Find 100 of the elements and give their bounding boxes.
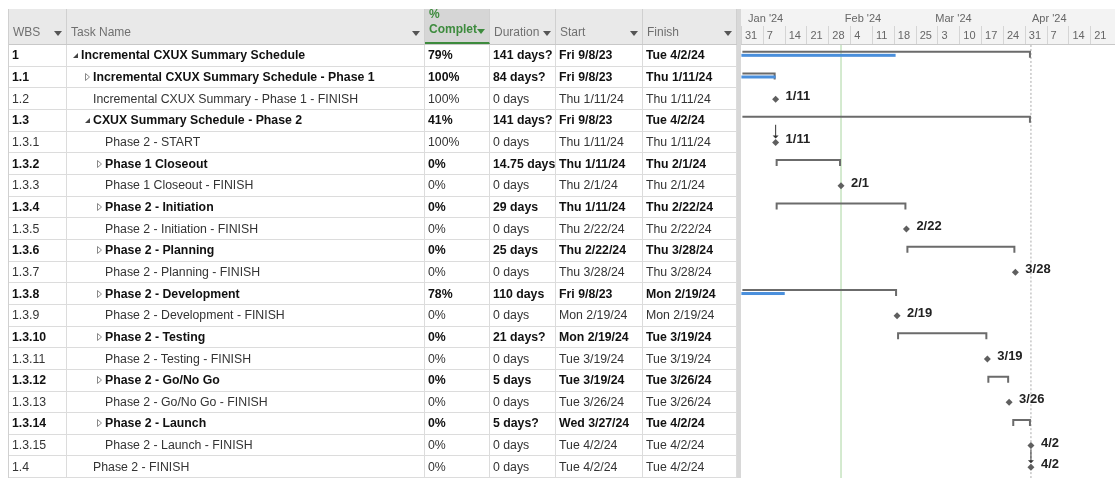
- timescale-day: 14: [788, 28, 801, 41]
- collapsed-triangle-icon[interactable]: [96, 376, 102, 385]
- collapsed-triangle-icon[interactable]: [84, 73, 90, 81]
- table-cell: Thu 2/1/24: [559, 178, 618, 193]
- table-cell: Thu 2/22/24: [646, 221, 712, 236]
- milestone-icon[interactable]: [837, 182, 845, 190]
- table-cell: 1.3.11: [12, 351, 46, 366]
- table-cell: Fri 9/8/23: [559, 70, 613, 84]
- table-cell: 1.3.3: [12, 178, 40, 193]
- milestone-label: 2/22: [916, 218, 942, 233]
- milestone-label: 1/11: [785, 88, 811, 104]
- collapsed-triangle-icon[interactable]: [96, 246, 102, 255]
- table-cell: Tue 3/19/24: [559, 351, 625, 366]
- task-name: Phase 2 - Initiation: [105, 199, 214, 214]
- timescale-day: 7: [766, 28, 773, 41]
- table-cell: 0%: [428, 438, 446, 453]
- column-header[interactable]: Start: [556, 9, 643, 44]
- column-header[interactable]: WBS: [9, 9, 67, 44]
- table-cell: 1.3.1: [12, 134, 40, 149]
- milestone-label: 1/11: [785, 131, 811, 147]
- timescale-day: 24: [1006, 28, 1020, 41]
- table-cell: 25 days: [493, 243, 539, 258]
- dropdown-caret-icon[interactable]: [630, 31, 638, 36]
- table-cell: 1.3.9: [12, 308, 40, 323]
- timescale-day: 25: [919, 28, 932, 41]
- table-cell: 0%: [428, 243, 446, 258]
- timescale-day: 11: [875, 28, 888, 41]
- milestone-icon[interactable]: [1027, 463, 1035, 471]
- table-cell: 0 days: [493, 308, 530, 323]
- summary-bar[interactable]: [986, 375, 1011, 384]
- table-cell: Mon 2/19/24: [559, 329, 629, 344]
- milestone-icon[interactable]: [772, 138, 780, 146]
- expanded-triangle-icon[interactable]: [84, 117, 90, 123]
- table-cell: 0 days: [493, 134, 530, 149]
- summary-bar[interactable]: [896, 332, 989, 341]
- summary-bar[interactable]: [741, 115, 1032, 124]
- dropdown-caret-icon[interactable]: [412, 31, 420, 36]
- table-cell: Tue 3/26/24: [559, 394, 625, 409]
- table-cell: Thu 2/22/24: [646, 199, 713, 214]
- table-cell: 0%: [428, 264, 446, 279]
- table-cell: 1.3.8: [12, 286, 40, 301]
- table-cell: 0 days: [493, 438, 530, 453]
- summary-bar[interactable]: [741, 72, 777, 81]
- summary-bar[interactable]: [774, 159, 843, 168]
- table-cell: 1.3: [12, 113, 30, 128]
- collapsed-triangle-icon[interactable]: [96, 202, 102, 211]
- table-cell: Thu 1/11/24: [646, 91, 711, 106]
- collapsed-triangle-icon[interactable]: [96, 289, 102, 298]
- table-cell: Thu 3/28/24: [559, 264, 625, 279]
- summary-bar[interactable]: [741, 288, 899, 297]
- collapsed-triangle-icon[interactable]: [96, 419, 102, 428]
- task-name: Phase 1 Closeout: [105, 156, 208, 171]
- summary-bar[interactable]: [741, 50, 1032, 59]
- table-cell: Tue 3/26/24: [646, 394, 712, 409]
- table-cell: Tue 4/2/24: [646, 48, 705, 63]
- summary-bar[interactable]: [774, 202, 908, 211]
- collapsed-triangle-icon[interactable]: [96, 332, 102, 341]
- dropdown-caret-icon[interactable]: [54, 31, 62, 36]
- timescale-day: 21: [1094, 28, 1107, 41]
- table-cell: Tue 3/19/24: [559, 373, 625, 388]
- milestone-icon[interactable]: [1011, 268, 1019, 276]
- table-cell: 0 days: [493, 264, 530, 279]
- table-cell: 100%: [428, 91, 460, 106]
- table-cell: 78%: [428, 286, 453, 301]
- milestone-label: 3/26: [1019, 391, 1045, 407]
- task-name: Incremental CXUX Summary Schedule: [81, 48, 306, 63]
- table-cell: Fri 9/8/23: [559, 286, 613, 301]
- table-cell: 1.3.15: [12, 438, 47, 453]
- milestone-icon[interactable]: [983, 355, 991, 363]
- dropdown-caret-icon[interactable]: [724, 31, 732, 36]
- table-cell: 141 days?: [493, 48, 553, 63]
- milestone-icon[interactable]: [772, 95, 780, 103]
- table-cell: 0%: [428, 221, 446, 236]
- task-name: Phase 2 - FINISH: [93, 459, 190, 474]
- table-cell: Tue 4/2/24: [559, 438, 618, 453]
- milestone-icon[interactable]: [1027, 442, 1035, 450]
- dropdown-caret-icon[interactable]: [543, 31, 551, 36]
- table-cell: 0%: [428, 199, 446, 214]
- task-name: CXUX Summary Schedule - Phase 2: [93, 113, 303, 128]
- milestone-label: 3/28: [1025, 261, 1051, 277]
- summary-bar[interactable]: [1011, 418, 1032, 427]
- table-cell: Wed 3/27/24: [559, 416, 630, 431]
- milestone-icon[interactable]: [902, 225, 910, 233]
- table-cell: 0%: [428, 373, 446, 388]
- column-header[interactable]: Duration: [490, 9, 556, 44]
- summary-bar[interactable]: [905, 245, 1017, 254]
- column-header[interactable]: % Complet: [425, 9, 490, 44]
- milestone-icon[interactable]: [1005, 398, 1013, 406]
- timescale-month: Feb '24: [844, 12, 882, 24]
- expanded-triangle-icon[interactable]: [72, 52, 78, 58]
- table-cell: 1.1: [12, 70, 30, 84]
- dropdown-caret-icon[interactable]: [477, 29, 485, 34]
- timescale-day: 28: [832, 28, 845, 41]
- table-cell: 0%: [428, 308, 446, 323]
- milestone-icon[interactable]: [893, 312, 901, 320]
- table-cell: Tue 4/2/24: [646, 416, 705, 431]
- table-cell: Thu 1/11/24: [559, 134, 624, 149]
- collapsed-triangle-icon[interactable]: [96, 159, 102, 168]
- table-cell: 1.3.12: [12, 373, 47, 388]
- task-name: Phase 2 - Go/No Go - FINISH: [105, 394, 268, 409]
